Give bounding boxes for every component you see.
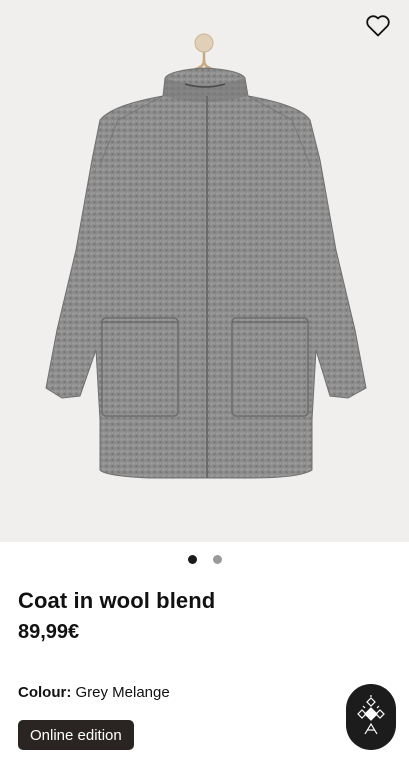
product-image — [45, 33, 367, 479]
colour-label: Colour: — [18, 684, 72, 701]
product-price: 89,99€ — [18, 621, 80, 643]
online-edition-badge: Online edition — [18, 720, 134, 750]
product-image-gallery[interactable] — [0, 0, 409, 542]
colour-row: Colour: Grey Melange — [18, 684, 170, 701]
brand-badge[interactable] — [346, 684, 396, 750]
wishlist-button[interactable] — [365, 14, 397, 46]
brand-logo-icon — [357, 695, 385, 735]
gallery-dot-1[interactable] — [187, 555, 197, 564]
heart-icon — [366, 15, 390, 37]
product-title: Coat in wool blend — [18, 588, 216, 613]
gallery-dot-2[interactable] — [212, 555, 222, 564]
gallery-pagination — [0, 555, 409, 564]
colour-value: Grey Melange — [75, 684, 170, 701]
